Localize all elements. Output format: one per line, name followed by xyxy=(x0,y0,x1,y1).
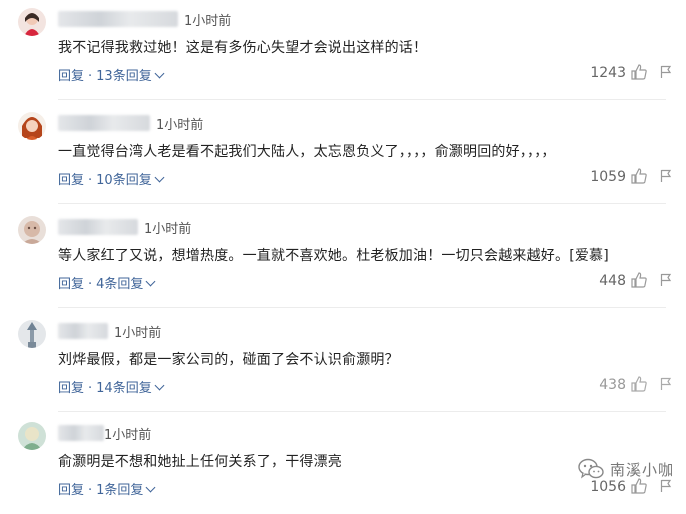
divider xyxy=(58,411,666,412)
flag-icon[interactable] xyxy=(660,273,672,287)
flag-icon[interactable] xyxy=(660,65,672,79)
avatar[interactable] xyxy=(18,320,46,348)
chevron-down-icon[interactable] xyxy=(154,172,165,183)
separator-dot: · xyxy=(88,381,93,396)
divider xyxy=(58,307,666,308)
flag-icon[interactable] xyxy=(660,479,672,493)
chevron-down-icon[interactable] xyxy=(154,68,165,79)
thumbs-up-icon[interactable] xyxy=(630,271,648,289)
reply-button[interactable]: 回复 xyxy=(58,69,84,84)
thumbs-up-icon[interactable] xyxy=(630,63,648,81)
chevron-down-icon[interactable] xyxy=(145,276,156,287)
comment-time: 1小时前 xyxy=(114,326,162,341)
view-replies-link[interactable]: 4条回复 xyxy=(96,277,143,292)
avatar[interactable] xyxy=(18,422,46,450)
separator-dot: · xyxy=(88,69,93,84)
comment-text: 我不记得我救过她！这是有多伤心失望才会说出这样的话！ xyxy=(58,40,428,56)
comment-text: 等人家红了又说，想增热度。一直就不喜欢她。杜老板加油！一切只会越来越好。[爱慕] xyxy=(58,248,609,264)
view-replies-link[interactable]: 13条回复 xyxy=(96,69,152,84)
flag-icon[interactable] xyxy=(660,169,672,183)
like-count: 1056 xyxy=(590,479,626,495)
comment-time: 1小时前 xyxy=(144,222,192,237)
username-blurred xyxy=(58,219,138,235)
username-blurred xyxy=(58,425,104,441)
like-count: 438 xyxy=(599,377,626,393)
flag-icon[interactable] xyxy=(660,377,672,391)
avatar[interactable] xyxy=(18,112,46,140)
divider xyxy=(58,99,666,100)
view-replies-link[interactable]: 14条回复 xyxy=(96,381,152,396)
separator-dot: · xyxy=(88,173,93,188)
separator-dot: · xyxy=(88,277,93,292)
like-count: 1059 xyxy=(590,169,626,185)
view-replies-link[interactable]: 1条回复 xyxy=(96,483,143,498)
comment-time: 1小时前 xyxy=(104,428,152,443)
reply-row: 回复 · 1条回复 xyxy=(58,479,156,498)
chevron-down-icon[interactable] xyxy=(154,380,165,391)
watermark: 南溪小咖 xyxy=(578,458,674,480)
username-blurred xyxy=(58,11,178,27)
comment-text: 俞灏明是不想和她扯上任何关系了，干得漂亮 xyxy=(58,454,342,470)
reply-button[interactable]: 回复 xyxy=(58,173,84,188)
view-replies-link[interactable]: 10条回复 xyxy=(96,173,152,188)
watermark-text: 南溪小咖 xyxy=(609,460,674,479)
comment-time: 1小时前 xyxy=(156,118,204,133)
comment-item: 1小时前 我不记得我救过她！这是有多伤心失望才会说出这样的话！ 回复 · 13条回复… xyxy=(0,0,686,100)
avatar[interactable] xyxy=(18,216,46,244)
comment-time: 1小时前 xyxy=(184,14,232,29)
like-count: 448 xyxy=(599,273,626,289)
reply-row: 回复 · 13条回复 xyxy=(58,65,165,84)
like-count: 1243 xyxy=(590,65,626,81)
reply-button[interactable]: 回复 xyxy=(58,381,84,396)
username-blurred xyxy=(58,115,150,131)
separator-dot: · xyxy=(88,483,93,498)
comment-item: 1小时前 等人家红了又说，想增热度。一直就不喜欢她。杜老板加油！一切只会越来越好… xyxy=(0,208,686,308)
chevron-down-icon[interactable] xyxy=(145,482,156,493)
comment-text: 刘烨最假，都是一家公司的，碰面了会不认识俞灏明？ xyxy=(58,352,399,368)
thumbs-up-icon[interactable] xyxy=(630,167,648,185)
username-blurred xyxy=(58,323,108,339)
reply-row: 回复 · 14条回复 xyxy=(58,377,165,396)
thumbs-up-icon[interactable] xyxy=(630,375,648,393)
reply-button[interactable]: 回复 xyxy=(58,277,84,292)
avatar[interactable] xyxy=(18,8,46,36)
comment-text: 一直觉得台湾人老是看不起我们大陆人，太忘恩负义了，，，，俞灏明回的好，，，， xyxy=(58,144,556,160)
divider xyxy=(58,203,666,204)
comment-item: 1小时前 一直觉得台湾人老是看不起我们大陆人，太忘恩负义了，，，，俞灏明回的好，… xyxy=(0,104,686,204)
reply-row: 回复 · 10条回复 xyxy=(58,169,165,188)
comment-item: 1小时前 刘烨最假，都是一家公司的，碰面了会不认识俞灏明？ 回复 · 14条回复 4… xyxy=(0,312,686,412)
reply-row: 回复 · 4条回复 xyxy=(58,273,156,292)
reply-button[interactable]: 回复 xyxy=(58,483,84,498)
wechat-logo-icon xyxy=(578,458,604,479)
